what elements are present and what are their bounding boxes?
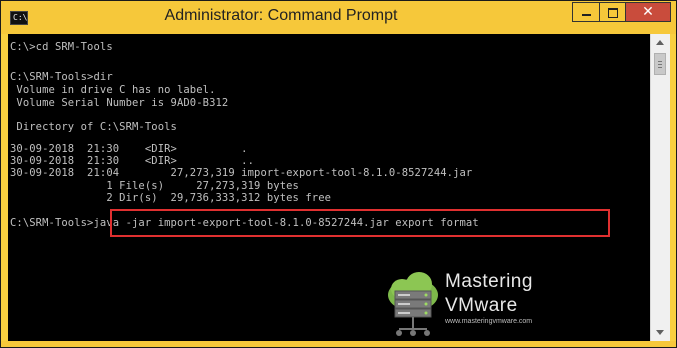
- watermark-url: www.masteringvmware.com: [445, 318, 533, 325]
- console-line: Directory of C:\SRM-Tools: [10, 121, 177, 133]
- console-line: Volume Serial Number is 9AD0-B312: [10, 97, 229, 109]
- grip-line: [658, 67, 662, 68]
- close-button[interactable]: ✕: [625, 2, 671, 22]
- window-title: Administrator: Command Prompt: [164, 7, 398, 24]
- grip-line: [658, 61, 662, 62]
- scroll-up-arrow-icon[interactable]: [656, 40, 664, 45]
- command-highlight-box: [110, 209, 610, 237]
- window-bottom-border: [1, 341, 676, 347]
- console-line: 2 Dir(s) 29,736,333,312 bytes free: [10, 192, 332, 204]
- grip-line: [658, 64, 662, 65]
- maximize-button[interactable]: [599, 2, 625, 22]
- console-line: 30-09-2018 21:04 27,273,319 import-expor…: [10, 167, 473, 179]
- vertical-scrollbar[interactable]: [650, 34, 670, 341]
- command-prompt-window: C:\ Administrator: Command Prompt ✕ C:\>…: [0, 0, 677, 348]
- console-output[interactable]: C:\>cd SRM-Tools C:\SRM-Tools>dir Volume…: [8, 34, 650, 341]
- close-icon: ✕: [642, 4, 654, 20]
- title-bar[interactable]: C:\ Administrator: Command Prompt ✕: [1, 1, 676, 34]
- console-line: C:\>cd SRM-Tools: [10, 41, 113, 53]
- console-line: C:\SRM-Tools>dir: [10, 71, 113, 83]
- scrollbar-thumb[interactable]: [654, 53, 666, 75]
- console-line: Volume in drive C has no label.: [10, 84, 216, 96]
- watermark-line2: VMware: [445, 295, 518, 316]
- server-cloud-logo-icon: [388, 272, 438, 336]
- minimize-button[interactable]: [572, 2, 599, 22]
- watermark-line1: Mastering: [445, 271, 533, 292]
- scroll-down-arrow-icon[interactable]: [656, 330, 664, 335]
- mastering-vmware-watermark: Mastering VMware www.masteringvmware.com: [385, 269, 595, 341]
